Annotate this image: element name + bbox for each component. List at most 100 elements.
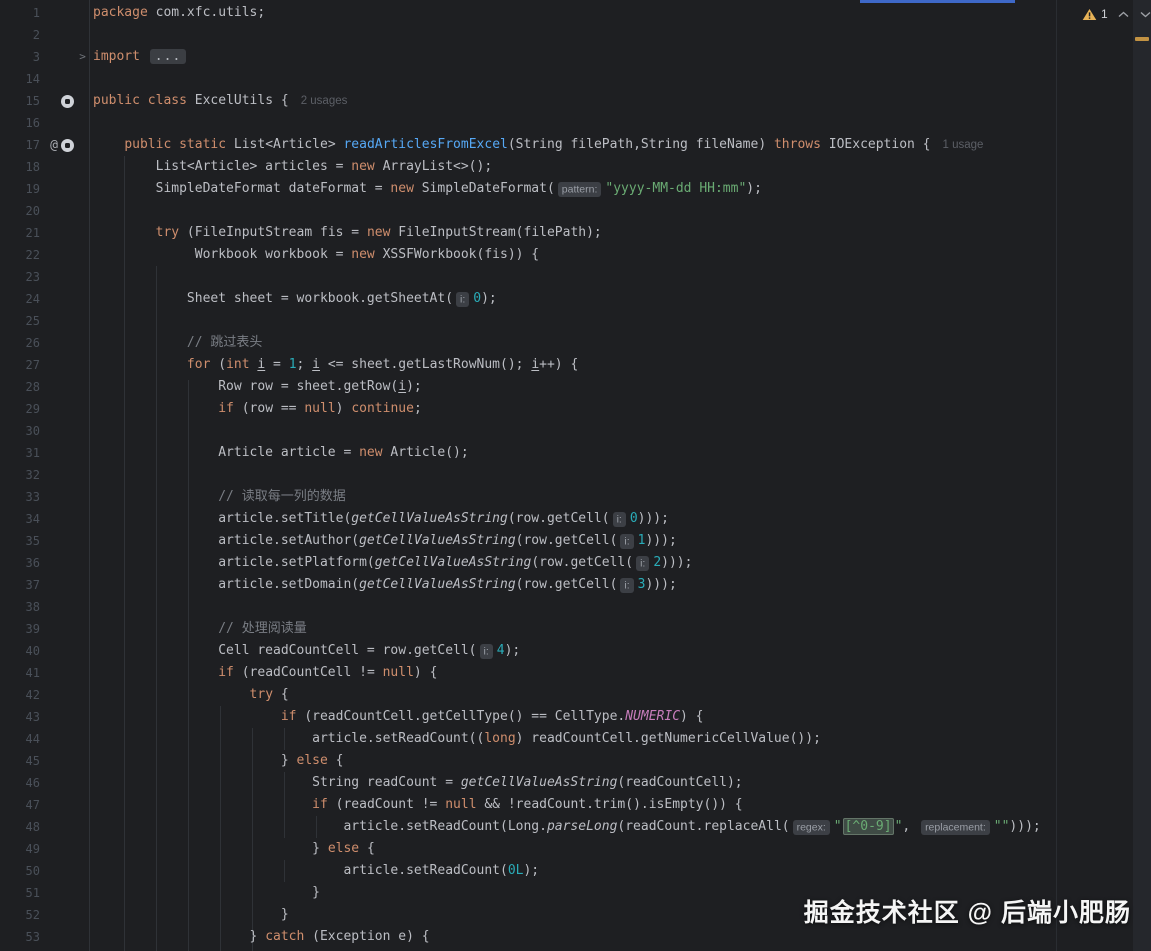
line-number[interactable]: 20	[0, 200, 40, 222]
code-line-26[interactable]: 26 // 跳过表头	[0, 332, 1041, 354]
code-text[interactable]: import ...	[89, 46, 187, 68]
code-line-1[interactable]: 1 package com.xfc.utils;	[0, 2, 1041, 24]
code-line-33[interactable]: 33 // 读取每一列的数据	[0, 486, 1041, 508]
code-line-50[interactable]: 50 article.setReadCount(0L);	[0, 860, 1041, 882]
line-number[interactable]: 27	[0, 354, 40, 376]
code-line-40[interactable]: 40 Cell readCountCell = row.getCell(i: 4)…	[0, 640, 1041, 662]
chevron-up-icon[interactable]	[1117, 10, 1130, 19]
line-number[interactable]: 31	[0, 442, 40, 464]
code-text[interactable]	[89, 24, 93, 46]
code-text[interactable]: Workbook workbook = new XSSFWorkbook(fis…	[89, 244, 539, 266]
code-text[interactable]: article.setAuthor(getCellValueAsString(r…	[89, 530, 677, 552]
code-text[interactable]: article.setReadCount(Long.parseLong(read…	[89, 816, 1041, 838]
code-line-31[interactable]: 31 Article article = new Article();	[0, 442, 1041, 464]
code-text[interactable]: article.setPlatform(getCellValueAsString…	[89, 552, 692, 574]
line-number[interactable]: 40	[0, 640, 40, 662]
annotation-at-icon[interactable]: @	[50, 139, 58, 152]
code-text[interactable]	[89, 464, 93, 486]
line-number[interactable]: 32	[0, 464, 40, 486]
param-hint-chip[interactable]: i:	[636, 555, 650, 571]
line-number[interactable]: 28	[0, 376, 40, 398]
code-text[interactable]: // 跳过表头	[89, 332, 262, 354]
code-text[interactable]: String readCount = getCellValueAsString(…	[89, 772, 743, 794]
code-line-35[interactable]: 35 article.setAuthor(getCellValueAsStrin…	[0, 530, 1041, 552]
line-number[interactable]: 2	[0, 24, 40, 46]
code-text[interactable]: }	[89, 882, 320, 904]
line-number[interactable]: 14	[0, 68, 40, 90]
code-line-36[interactable]: 36 article.setPlatform(getCellValueAsStr…	[0, 552, 1041, 574]
code-text[interactable]	[89, 596, 93, 618]
line-number[interactable]: 1	[0, 2, 40, 24]
inspections-widget[interactable]: 1	[1082, 5, 1151, 23]
line-number[interactable]: 52	[0, 904, 40, 926]
code-line-17[interactable]: 17 @ public static List<Article> readArti…	[0, 134, 1041, 156]
line-number[interactable]: 44	[0, 728, 40, 750]
code-line-15[interactable]: 15 public class ExcelUtils {2 usages	[0, 90, 1041, 112]
param-hint-chip[interactable]: i:	[620, 533, 634, 549]
code-line-24[interactable]: 24 Sheet sheet = workbook.getSheetAt(i: 0…	[0, 288, 1041, 310]
line-number[interactable]: 49	[0, 838, 40, 860]
line-number[interactable]: 51	[0, 882, 40, 904]
line-number[interactable]: 45	[0, 750, 40, 772]
code-line-32[interactable]: 32	[0, 464, 1041, 486]
code-line-2[interactable]: 2	[0, 24, 1041, 46]
code-line-39[interactable]: 39 // 处理阅读量	[0, 618, 1041, 640]
line-number[interactable]: 53	[0, 926, 40, 948]
warning-stripe-mark[interactable]	[1135, 37, 1149, 41]
line-number[interactable]: 38	[0, 596, 40, 618]
code-line-20[interactable]: 20	[0, 200, 1041, 222]
line-number[interactable]: 39	[0, 618, 40, 640]
line-number[interactable]: 26	[0, 332, 40, 354]
code-text[interactable]: if (readCountCell.getCellType() == CellT…	[89, 706, 704, 728]
code-line-28[interactable]: 28 Row row = sheet.getRow(i);	[0, 376, 1041, 398]
code-line-37[interactable]: 37 article.setDomain(getCellValueAsStrin…	[0, 574, 1041, 596]
param-hint-chip[interactable]: i:	[612, 511, 626, 527]
line-number[interactable]: 47	[0, 794, 40, 816]
code-line-38[interactable]: 38	[0, 596, 1041, 618]
code-text[interactable]: if (readCount != null && !readCount.trim…	[89, 794, 742, 816]
param-hint-chip[interactable]: pattern:	[557, 181, 602, 197]
code-text[interactable]: package com.xfc.utils;	[89, 2, 265, 24]
code-text[interactable]: // 处理阅读量	[89, 618, 306, 640]
code-text[interactable]: article.setReadCount((long) readCountCel…	[89, 728, 821, 750]
line-number[interactable]: 43	[0, 706, 40, 728]
line-number[interactable]: 42	[0, 684, 40, 706]
gutter-class-icon[interactable]	[61, 138, 74, 152]
param-hint-chip[interactable]: regex:	[792, 819, 830, 835]
line-number[interactable]: 21	[0, 222, 40, 244]
code-line-22[interactable]: 22 Workbook workbook = new XSSFWorkbook(…	[0, 244, 1041, 266]
code-line-19[interactable]: 19 SimpleDateFormat dateFormat = new Sim…	[0, 178, 1041, 200]
code-line-46[interactable]: 46 String readCount = getCellValueAsStri…	[0, 772, 1041, 794]
code-text[interactable]: // 读取每一列的数据	[89, 486, 345, 508]
code-line-16[interactable]: 16	[0, 112, 1041, 134]
line-number[interactable]: 29	[0, 398, 40, 420]
code-text[interactable]: } else {	[89, 838, 375, 860]
code-text[interactable]: article.setDomain(getCellValueAsString(r…	[89, 574, 677, 596]
code-text[interactable]: public static List<Article> readArticles…	[89, 134, 983, 156]
code-text[interactable]: article.setReadCount(0L);	[89, 860, 539, 882]
code-text[interactable]: try {	[89, 684, 289, 706]
code-line-3[interactable]: 3 > import ...	[0, 46, 1041, 68]
code-text[interactable]: for (int i = 1; i <= sheet.getLastRowNum…	[89, 354, 578, 376]
line-number[interactable]: 34	[0, 508, 40, 530]
line-number[interactable]: 17	[0, 134, 40, 156]
code-text[interactable]	[89, 420, 93, 442]
code-line-21[interactable]: 21 try (FileInputStream fis = new FileIn…	[0, 222, 1041, 244]
line-number[interactable]: 23	[0, 266, 40, 288]
line-number[interactable]: 25	[0, 310, 40, 332]
code-line-45[interactable]: 45 } else {	[0, 750, 1041, 772]
line-number[interactable]: 35	[0, 530, 40, 552]
line-number[interactable]: 37	[0, 574, 40, 596]
line-number[interactable]: 30	[0, 420, 40, 442]
code-text[interactable]: SimpleDateFormat dateFormat = new Simple…	[89, 178, 762, 200]
line-number[interactable]: 36	[0, 552, 40, 574]
code-line-18[interactable]: 18 List<Article> articles = new ArrayLis…	[0, 156, 1041, 178]
param-hint-chip[interactable]: replacement:	[921, 819, 990, 835]
code-editor[interactable]: 1 package com.xfc.utils; 2 3 > import ... 14 15…	[0, 2, 1041, 948]
code-text[interactable]	[89, 68, 93, 90]
code-line-14[interactable]: 14	[0, 68, 1041, 90]
line-number[interactable]: 33	[0, 486, 40, 508]
code-text[interactable]: article.setTitle(getCellValueAsString(ro…	[89, 508, 669, 530]
code-line-44[interactable]: 44 article.setReadCount((long) readCount…	[0, 728, 1041, 750]
code-text[interactable]: public class ExcelUtils {2 usages	[89, 90, 347, 112]
